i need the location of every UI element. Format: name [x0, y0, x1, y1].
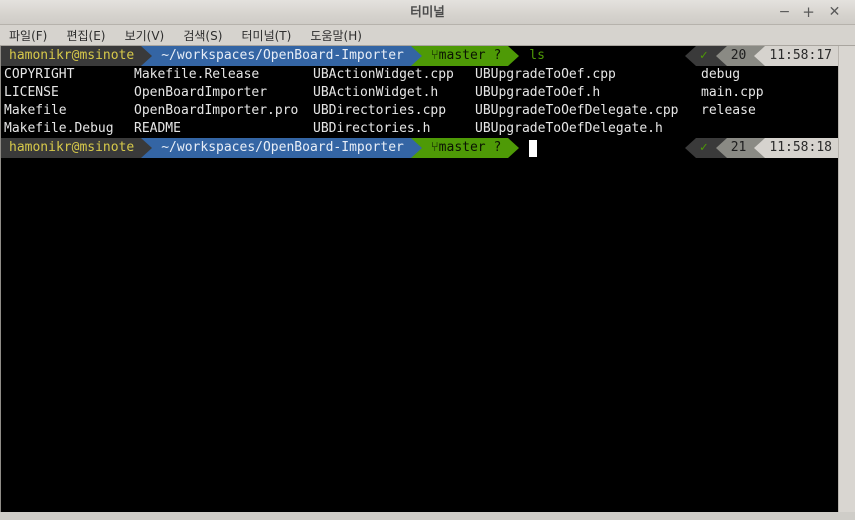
- window-title: 터미널: [410, 4, 445, 19]
- powerline-separator-icon: [508, 46, 520, 66]
- ls-entry: UBActionWidget.h: [313, 85, 439, 100]
- maximize-button[interactable]: +: [799, 3, 818, 22]
- menu-item-help[interactable]: 도움말(H): [303, 26, 369, 46]
- ls-row: LICENSE OpenBoardImporter UBActionWidget…: [1, 84, 838, 102]
- menu-bar: 파일(F) 편집(E) 보기(V) 검색(S) 터미널(T) 도움말(H): [0, 25, 855, 46]
- menu-item-view[interactable]: 보기(V): [118, 26, 172, 46]
- menu-item-search[interactable]: 검색(S): [176, 26, 229, 46]
- powerline-separator-icon: [754, 138, 766, 158]
- powerline-separator-icon: [141, 46, 153, 66]
- terminal-window: 터미널 − + ✕ 파일(F) 편집(E) 보기(V) 검색(S) 터미널(T)…: [0, 0, 855, 520]
- ls-entry: UBUpgradeToOefDelegate.cpp: [475, 103, 679, 118]
- powerline-separator-icon: [715, 138, 727, 158]
- ls-entry: COPYRIGHT: [4, 67, 75, 82]
- ls-entry: UBDirectories.cpp: [313, 103, 447, 118]
- prompt-right-status-first: ✓ 20 11:58:17: [684, 46, 838, 66]
- prompt-path: ~/workspaces/OpenBoard-Importer: [152, 46, 411, 66]
- ls-output: COPYRIGHT Makefile.Release UBActionWidge…: [1, 66, 838, 138]
- powerline-separator-icon: [684, 46, 696, 66]
- ls-row: Makefile OpenBoardImporter.pro UBDirecto…: [1, 102, 838, 120]
- menu-item-edit[interactable]: 편집(E): [59, 26, 112, 46]
- powerline-separator-icon: [141, 138, 153, 158]
- title-bar[interactable]: 터미널 − + ✕: [0, 0, 855, 25]
- command-text: ls: [529, 48, 545, 63]
- ls-entry: Makefile: [4, 103, 67, 118]
- minimize-button[interactable]: −: [775, 3, 794, 22]
- prompt-line-first: hamonikr@msinote ~/workspaces/OpenBoard-I…: [1, 46, 838, 66]
- ls-entry: OpenBoardImporter: [134, 85, 268, 100]
- scrollbar-thumb[interactable]: [841, 47, 854, 511]
- window-bottom-border: [0, 512, 855, 520]
- prompt-user-host: hamonikr@msinote: [1, 138, 142, 158]
- powerline-separator-icon: [754, 46, 766, 66]
- terminal-output-area[interactable]: hamonikr@msinote ~/workspaces/OpenBoard-I…: [1, 46, 838, 512]
- ls-entry: release: [701, 103, 756, 118]
- prompt-line-current: hamonikr@msinote ~/workspaces/OpenBoard-I…: [1, 138, 838, 158]
- ls-entry: README: [134, 121, 181, 136]
- ls-entry: OpenBoardImporter.pro: [134, 103, 299, 118]
- history-count: 20: [726, 46, 755, 66]
- powerline-separator-icon: [508, 138, 520, 158]
- ls-entry: UBUpgradeToOef.h: [475, 85, 601, 100]
- ls-entry: LICENSE: [4, 85, 59, 100]
- clock-time: 11:58:17: [765, 46, 838, 66]
- ls-entry: Makefile.Debug: [4, 121, 114, 136]
- powerline-separator-icon: [715, 46, 727, 66]
- ls-entry: UBUpgradeToOefDelegate.h: [475, 121, 663, 136]
- ls-entry: UBDirectories.h: [313, 121, 431, 136]
- terminal-scrollbar[interactable]: [838, 46, 855, 512]
- ls-entry: UBActionWidget.cpp: [313, 67, 454, 82]
- ls-entry: debug: [701, 67, 741, 82]
- powerline-separator-icon: [684, 138, 696, 158]
- text-cursor[interactable]: [529, 140, 538, 157]
- powerline-separator-icon: [410, 138, 422, 158]
- ls-row: COPYRIGHT Makefile.Release UBActionWidge…: [1, 66, 838, 84]
- clock-time: 11:58:18: [765, 138, 838, 158]
- close-button[interactable]: ✕: [825, 3, 844, 22]
- prompt-user-host: hamonikr@msinote: [1, 46, 142, 66]
- exit-status-check-icon: ✓: [695, 46, 716, 66]
- powerline-separator-icon: [410, 46, 422, 66]
- menu-item-file[interactable]: 파일(F): [2, 26, 54, 46]
- ls-entry: Makefile.Release: [134, 67, 260, 82]
- exit-status-check-icon: ✓: [695, 138, 716, 158]
- prompt-path: ~/workspaces/OpenBoard-Importer: [152, 138, 411, 158]
- prompt-git-branch: ⑂master ?: [421, 46, 509, 66]
- history-count: 21: [726, 138, 755, 158]
- prompt-git-branch: ⑂master ?: [421, 138, 509, 158]
- prompt-right-status-current: ✓ 21 11:58:18: [684, 138, 838, 158]
- ls-row: Makefile.Debug README UBDirectories.h UB…: [1, 120, 838, 138]
- ls-entry: main.cpp: [701, 85, 764, 100]
- ls-entry: UBUpgradeToOef.cpp: [475, 67, 616, 82]
- menu-item-terminal[interactable]: 터미널(T): [234, 26, 298, 46]
